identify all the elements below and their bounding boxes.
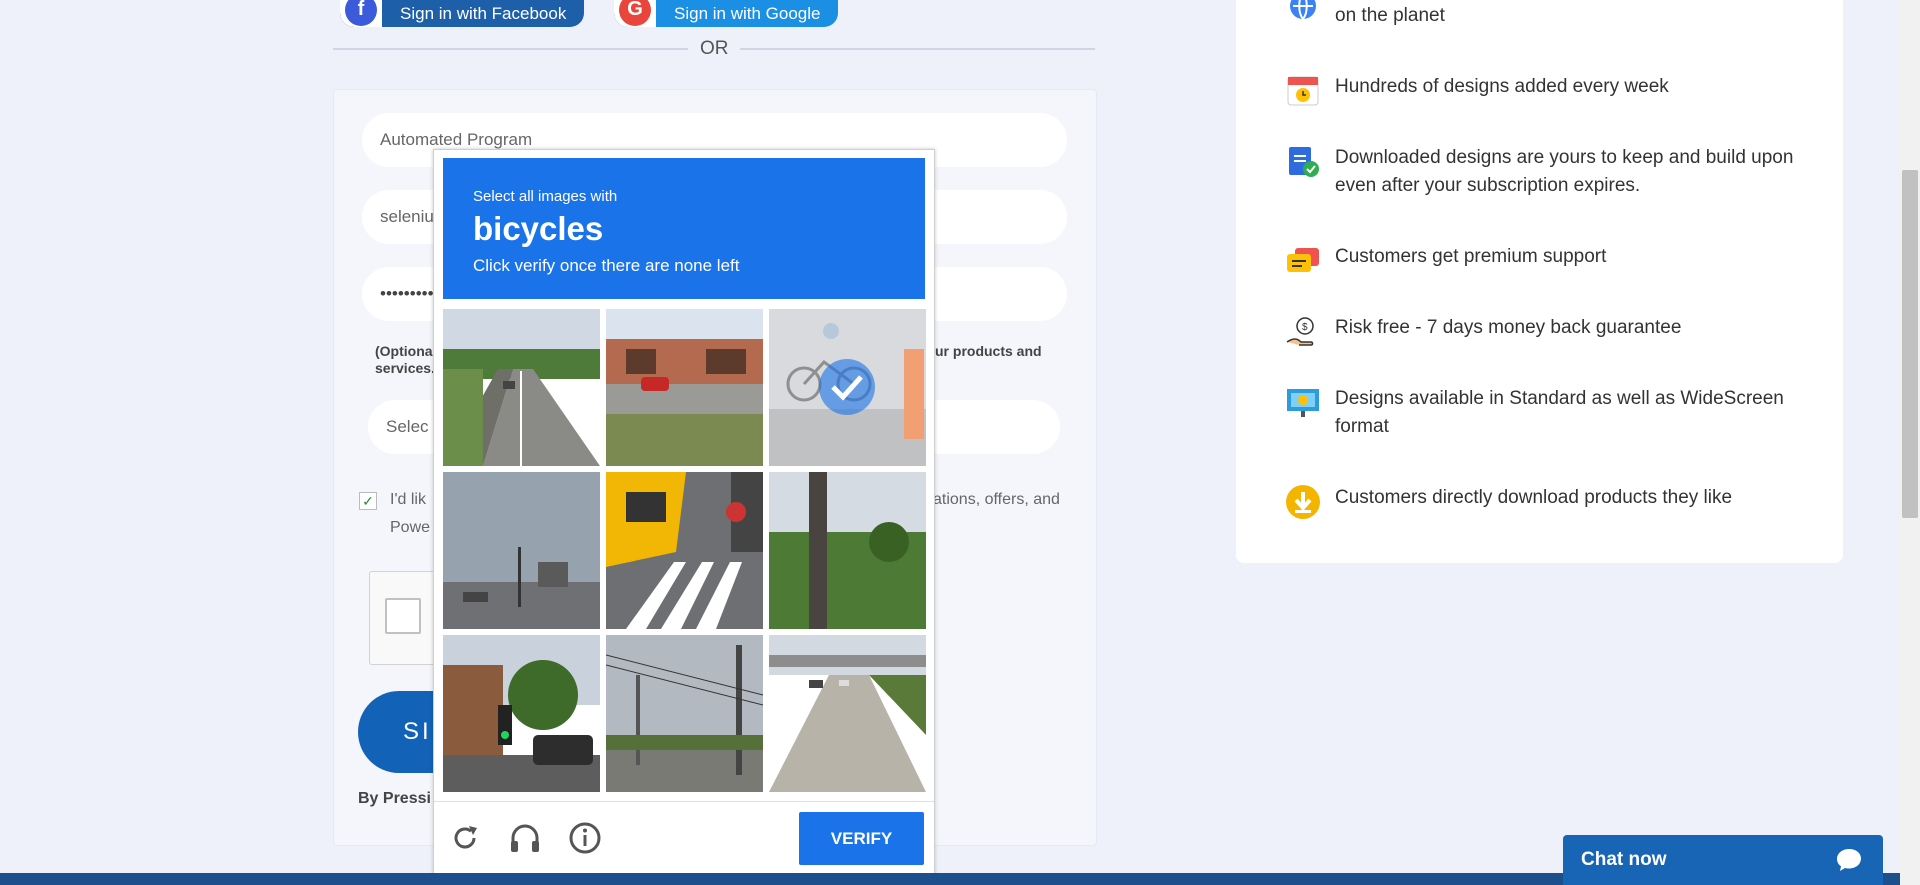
captcha-tile-9[interactable] bbox=[769, 635, 926, 792]
captcha-tile-3[interactable] bbox=[769, 309, 926, 466]
optional-note-line1: (Optiona bbox=[375, 343, 433, 359]
calendar-icon bbox=[1287, 76, 1319, 106]
divider-right bbox=[740, 48, 1095, 50]
optional-note: (Optiona services. bbox=[375, 343, 435, 377]
captcha-tile-1[interactable] bbox=[443, 309, 600, 466]
optin-text-right: ations, offers, and bbox=[933, 491, 1060, 508]
terms-text: By Pressi bbox=[358, 790, 431, 807]
captcha-subtext: Click verify once there are none left bbox=[473, 256, 740, 275]
google-icon: G bbox=[614, 0, 656, 27]
captcha-instruction: Select all images with bbox=[473, 188, 618, 205]
chat-bubble-icon bbox=[1837, 849, 1861, 871]
divider-left bbox=[333, 48, 688, 50]
feature-downloaded: Downloaded designs are yours to keep and… bbox=[1335, 147, 1794, 196]
verify-button[interactable]: VERIFY bbox=[799, 812, 924, 865]
recaptcha-checkbox[interactable] bbox=[385, 598, 421, 634]
captcha-tile-4[interactable] bbox=[443, 472, 600, 629]
captcha-tile-6[interactable] bbox=[769, 472, 926, 629]
feature-support: Customers get premium support bbox=[1335, 246, 1607, 267]
chat-bubbles-icon bbox=[1287, 248, 1319, 272]
info-icon[interactable] bbox=[567, 820, 603, 856]
feature-formats: Designs available in Standard as well as… bbox=[1335, 388, 1784, 437]
captcha-header: Select all images with bicycles Click ve… bbox=[443, 158, 925, 299]
captcha-tile-2[interactable] bbox=[606, 309, 763, 466]
captcha-challenge: Select all images with bicycles Click ve… bbox=[433, 149, 935, 877]
money-hand-icon: $ bbox=[1286, 317, 1314, 346]
optional-note-right: ur products and bbox=[935, 343, 1042, 359]
chat-now-label: Chat now bbox=[1581, 849, 1667, 870]
feature-planet: on the planet bbox=[1335, 5, 1445, 26]
captcha-target: bicycles bbox=[473, 210, 604, 247]
reload-icon[interactable] bbox=[447, 820, 483, 856]
optin-line2: Powe bbox=[390, 519, 431, 536]
facebook-icon: f bbox=[340, 0, 382, 27]
feature-hundreds: Hundreds of designs added every week bbox=[1335, 76, 1669, 97]
optional-note-line2: services. bbox=[375, 360, 435, 376]
google-signin-label: Sign in with Google bbox=[674, 3, 821, 23]
download-arrow-icon bbox=[1286, 485, 1320, 519]
clipboard-check-icon bbox=[1289, 147, 1319, 177]
headphones-icon[interactable] bbox=[507, 820, 543, 856]
svg-text:$: $ bbox=[1302, 322, 1308, 333]
google-signin-button[interactable]: G Sign in with Google bbox=[614, 0, 839, 27]
captcha-tile-8[interactable] bbox=[606, 635, 763, 792]
optin-text: I'd lik Powe bbox=[390, 486, 430, 542]
presentation-screen-icon bbox=[1287, 389, 1319, 417]
captcha-tile-7[interactable] bbox=[443, 635, 600, 792]
globe-icon bbox=[1290, 0, 1316, 20]
or-text: OR bbox=[700, 38, 729, 59]
captcha-tile-5[interactable] bbox=[606, 472, 763, 629]
optin-line1: I'd lik bbox=[390, 491, 426, 508]
facebook-signin-label: Sign in with Facebook bbox=[400, 3, 567, 23]
facebook-signin-button[interactable]: f Sign in with Facebook bbox=[340, 0, 585, 27]
optin-checkbox[interactable]: ✓ bbox=[359, 492, 377, 510]
page-scrollbar-thumb[interactable] bbox=[1902, 170, 1918, 518]
chat-now-button[interactable]: Chat now bbox=[1563, 835, 1883, 885]
feature-direct-download: Customers directly download products the… bbox=[1335, 487, 1733, 508]
feature-risk-free: Risk free - 7 days money back guarantee bbox=[1335, 317, 1682, 338]
